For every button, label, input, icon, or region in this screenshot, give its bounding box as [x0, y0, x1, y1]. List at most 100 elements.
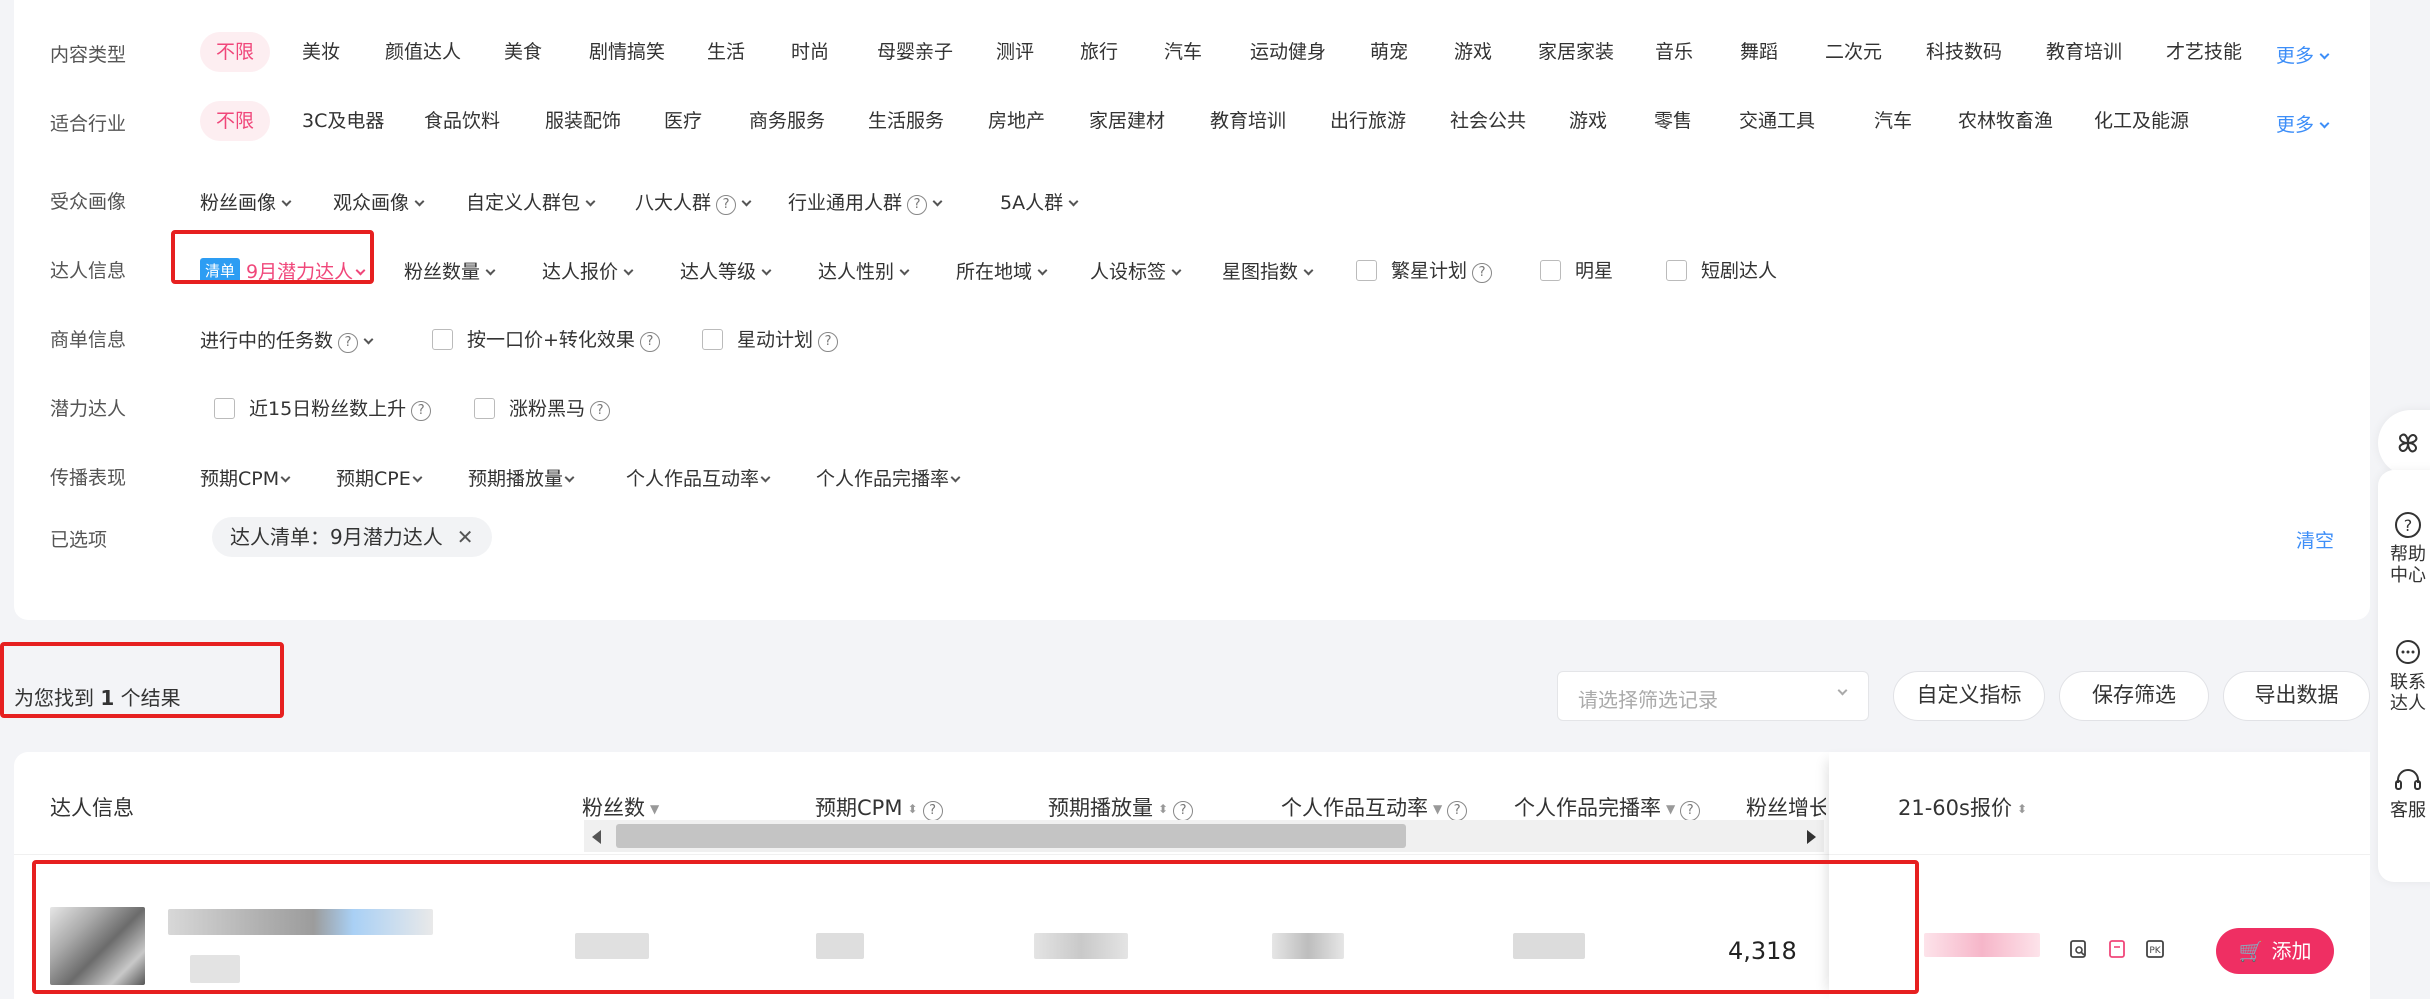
- content-tag[interactable]: 二次元: [1825, 41, 1882, 63]
- checkbox-icon[interactable]: [1356, 260, 1377, 281]
- close-icon[interactable]: ✕: [457, 525, 474, 549]
- header-price[interactable]: 21-60s报价 ⬍: [1898, 792, 2027, 822]
- performance-dropdown[interactable]: 个人作品互动率: [626, 464, 771, 491]
- industry-tag[interactable]: 商务服务: [749, 110, 825, 132]
- help-icon[interactable]: ?: [1447, 801, 1468, 821]
- checkbox-icon[interactable]: [432, 329, 453, 350]
- content-tag[interactable]: 美妆: [302, 41, 340, 63]
- creator-list-dropdown[interactable]: 清单 9月潜力达人: [200, 257, 366, 284]
- industry-tag[interactable]: 教育培训: [1210, 110, 1286, 132]
- creator-dropdown[interactable]: 粉丝数量: [404, 257, 496, 284]
- help-icon[interactable]: ?: [639, 332, 660, 352]
- help-icon[interactable]: ?: [1173, 801, 1194, 821]
- tag-unlimited[interactable]: 不限: [200, 101, 271, 141]
- industry-tag[interactable]: 汽车: [1874, 110, 1912, 132]
- contact-creator-button[interactable]: 2 联系 达人: [2378, 616, 2430, 714]
- audience-dropdown[interactable]: 自定义人群包: [466, 188, 596, 215]
- pinwheel-widget[interactable]: [2378, 410, 2430, 476]
- content-tag[interactable]: 萌宠: [1370, 41, 1408, 63]
- clear-filters-link[interactable]: 清空: [2296, 526, 2334, 553]
- scroll-right-icon[interactable]: [1807, 830, 1816, 844]
- horizontal-scrollbar[interactable]: [584, 820, 1824, 852]
- help-icon[interactable]: ?: [1472, 263, 1493, 283]
- checkbox-star-move[interactable]: 星动计划?: [702, 325, 839, 352]
- sort-icon[interactable]: ⬍: [1158, 802, 1168, 816]
- header-fans[interactable]: 粉丝数 ▼: [582, 792, 659, 822]
- performance-dropdown[interactable]: 预期播放量: [468, 464, 575, 491]
- compare-icon[interactable]: PK: [2144, 938, 2166, 960]
- sort-icon[interactable]: ⬍: [907, 802, 917, 816]
- industry-tag[interactable]: 出行旅游: [1330, 110, 1406, 132]
- industry-tag[interactable]: 3C及电器: [302, 110, 384, 132]
- help-icon[interactable]: ?: [1680, 801, 1701, 821]
- industry-tag[interactable]: 家居建材: [1089, 110, 1165, 132]
- creator-dropdown[interactable]: 达人性别: [818, 257, 910, 284]
- audience-dropdown[interactable]: 粉丝画像: [200, 188, 292, 215]
- header-interaction-rate[interactable]: 个人作品互动率 ▼?: [1281, 792, 1468, 822]
- help-icon[interactable]: ?: [338, 333, 359, 353]
- content-tag[interactable]: 家居家装: [1538, 41, 1614, 63]
- pinwheel-icon[interactable]: [2392, 427, 2424, 459]
- export-data-button[interactable]: 导出数据: [2223, 671, 2370, 721]
- checkbox-icon[interactable]: [214, 398, 235, 419]
- industry-tag[interactable]: 游戏: [1569, 110, 1607, 132]
- content-tag[interactable]: 才艺技能: [2166, 41, 2242, 63]
- header-completion-rate[interactable]: 个人作品完播率 ▼?: [1514, 792, 1701, 822]
- bookmark-doc-icon[interactable]: [2106, 938, 2128, 960]
- help-icon[interactable]: ?: [907, 195, 928, 215]
- performance-dropdown[interactable]: 预期CPE: [336, 464, 423, 491]
- content-tag[interactable]: 旅行: [1080, 41, 1118, 63]
- content-tag[interactable]: 汽车: [1164, 41, 1202, 63]
- checkbox-icon[interactable]: [1540, 260, 1561, 281]
- industry-tag[interactable]: 社会公共: [1450, 110, 1526, 132]
- sort-icon[interactable]: ⬍: [2017, 802, 2027, 816]
- checkbox-short-drama[interactable]: 短剧达人: [1666, 256, 1777, 283]
- more-industries[interactable]: 更多: [2276, 110, 2330, 137]
- performance-dropdown[interactable]: 个人作品完播率: [816, 464, 961, 491]
- content-tag[interactable]: 科技数码: [1926, 41, 2002, 63]
- audience-dropdown[interactable]: 行业通用人群?: [788, 188, 943, 215]
- creator-dropdown[interactable]: 所在地域: [956, 257, 1048, 284]
- avatar[interactable]: [50, 907, 145, 985]
- content-tag[interactable]: 母婴亲子: [877, 41, 953, 63]
- content-tag[interactable]: 游戏: [1454, 41, 1492, 63]
- content-tag[interactable]: 生活: [707, 41, 745, 63]
- checkbox-star-plan[interactable]: 繁星计划?: [1356, 256, 1493, 283]
- checkbox-fixed-price[interactable]: 按一口价+转化效果?: [432, 325, 660, 352]
- help-icon[interactable]: ?: [716, 195, 737, 215]
- search-doc-icon[interactable]: [2068, 938, 2090, 960]
- audience-dropdown[interactable]: 5A人群: [1000, 188, 1079, 215]
- more-content-types[interactable]: 更多: [2276, 41, 2330, 68]
- tag-unlimited[interactable]: 不限: [200, 32, 271, 72]
- help-icon[interactable]: ?: [590, 401, 611, 421]
- help-icon[interactable]: ?: [922, 801, 943, 821]
- custom-metrics-button[interactable]: 自定义指标: [1893, 671, 2045, 721]
- industry-tag[interactable]: 食品饮料: [424, 110, 500, 132]
- content-tag[interactable]: 测评: [996, 41, 1034, 63]
- sort-desc-icon[interactable]: ▼: [650, 802, 659, 816]
- creator-name[interactable]: [168, 909, 433, 935]
- header-cpm[interactable]: 预期CPM ⬍?: [815, 792, 943, 822]
- sort-desc-icon[interactable]: ▼: [1433, 802, 1442, 816]
- industry-tag[interactable]: 服装配饰: [545, 110, 621, 132]
- industry-tag[interactable]: 房地产: [988, 110, 1045, 132]
- industry-tag[interactable]: 农林牧畜渔: [1958, 110, 2053, 132]
- content-tag[interactable]: 音乐: [1655, 41, 1693, 63]
- industry-tag[interactable]: 医疗: [664, 110, 702, 132]
- audience-dropdown[interactable]: 八大人群?: [635, 188, 752, 215]
- scrollbar-thumb[interactable]: [616, 824, 1406, 848]
- checkbox-icon[interactable]: [1666, 260, 1687, 281]
- help-center-button[interactable]: ? 帮助 中心: [2378, 510, 2430, 586]
- add-creator-button[interactable]: 🛒 添加: [2216, 928, 2334, 974]
- filter-record-select[interactable]: 请选择筛选记录: [1557, 671, 1869, 721]
- help-icon[interactable]: ?: [411, 401, 432, 421]
- content-tag[interactable]: 舞蹈: [1740, 41, 1778, 63]
- checkbox-fans-rising[interactable]: 近15日粉丝数上升?: [214, 394, 432, 421]
- creator-dropdown[interactable]: 人设标签: [1090, 257, 1182, 284]
- sort-desc-icon[interactable]: ▼: [1666, 802, 1675, 816]
- tasks-in-progress-dropdown[interactable]: 进行中的任务数?: [200, 326, 374, 353]
- content-tag[interactable]: 时尚: [791, 41, 829, 63]
- performance-dropdown[interactable]: 预期CPM: [200, 464, 291, 491]
- industry-tag[interactable]: 生活服务: [868, 110, 944, 132]
- content-tag[interactable]: 运动健身: [1250, 41, 1326, 63]
